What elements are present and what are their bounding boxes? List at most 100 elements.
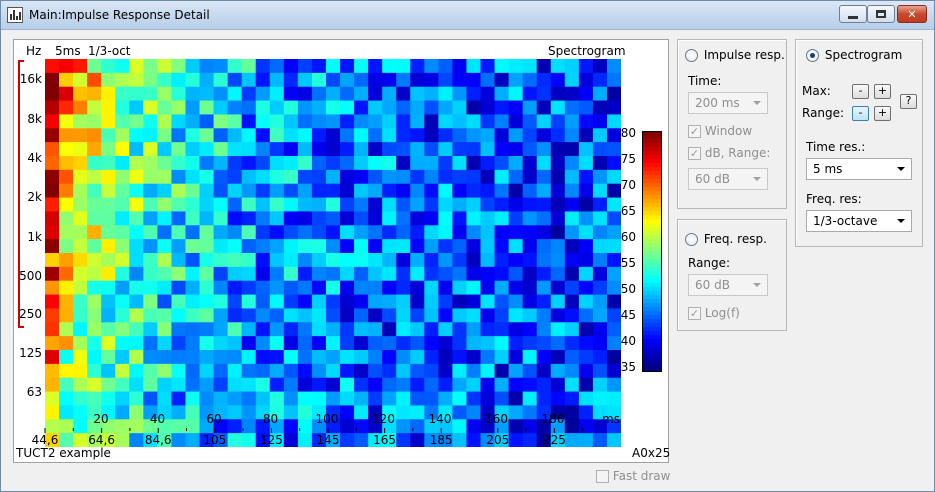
color-scale-swatch bbox=[643, 175, 661, 180]
heatmap-cell bbox=[269, 266, 285, 282]
heatmap-cell bbox=[143, 197, 158, 212]
heatmap-cell bbox=[269, 322, 285, 337]
heatmap-cell bbox=[45, 156, 60, 171]
heatmap-cell bbox=[255, 156, 271, 171]
spectrogram-panel[interactable]: Hz 5ms 1/3-oct Spectrogram 16k 8k 4k 2k 1k 50… bbox=[13, 39, 670, 463]
heatmap-cell bbox=[536, 72, 552, 88]
heatmap-cell bbox=[325, 253, 341, 268]
heatmap-cell bbox=[157, 183, 172, 199]
freq-radio[interactable] bbox=[685, 233, 698, 246]
db-range-checkbox[interactable]: ✓ bbox=[688, 147, 701, 160]
log-checkbox[interactable]: ✓ bbox=[688, 307, 701, 320]
heatmap-cell bbox=[536, 225, 552, 240]
heatmap-cell bbox=[494, 280, 510, 296]
color-scale-label: 70 bbox=[620, 178, 636, 192]
heatmap-cell bbox=[522, 211, 538, 226]
freq-res-select[interactable]: 1/3-octave bbox=[806, 210, 912, 232]
heatmap-cell bbox=[340, 225, 355, 240]
heatmap-cell bbox=[157, 114, 172, 129]
heatmap-cell bbox=[227, 156, 243, 171]
heatmap-cell bbox=[508, 225, 524, 240]
heatmap-cell bbox=[452, 239, 467, 254]
heatmap-cell bbox=[550, 100, 566, 115]
heatmap-cell bbox=[87, 114, 102, 129]
heatmap-cell bbox=[157, 128, 172, 143]
color-scale-swatch bbox=[643, 147, 661, 152]
range-minus-button[interactable]: - bbox=[852, 106, 869, 121]
fast-draw-checkbox[interactable] bbox=[596, 470, 609, 483]
max-plus-button[interactable]: + bbox=[874, 84, 891, 99]
db-range-select[interactable]: 60 dB bbox=[688, 168, 768, 190]
heatmap-cell bbox=[255, 266, 271, 282]
impulse-radio-row[interactable]: Impulse resp. bbox=[685, 48, 785, 62]
heatmap-cell bbox=[311, 239, 327, 254]
heatmap-cell bbox=[311, 294, 327, 309]
time-res-select[interactable]: 5 ms bbox=[806, 158, 912, 180]
heatmap-cell bbox=[410, 336, 425, 351]
heatmap-cell bbox=[297, 308, 313, 323]
freq-radio-row[interactable]: Freq. resp. bbox=[685, 232, 767, 246]
max-minus-button[interactable]: - bbox=[852, 84, 869, 99]
maximize-button[interactable] bbox=[867, 5, 895, 23]
heatmap-cell bbox=[480, 239, 496, 254]
minimize-button[interactable] bbox=[839, 5, 867, 23]
heatmap-cell bbox=[340, 433, 355, 447]
heatmap-cell bbox=[410, 156, 425, 171]
impulse-radio[interactable] bbox=[685, 49, 698, 62]
heatmap-cell bbox=[536, 156, 552, 171]
heatmap-cell bbox=[340, 322, 355, 337]
heatmap-cell bbox=[396, 169, 411, 185]
title-bar[interactable]: Main:Impulse Response Detail ✕ bbox=[1, 1, 934, 30]
heatmap-cell bbox=[410, 86, 425, 102]
heatmap-cell bbox=[269, 100, 285, 115]
heatmap-cell bbox=[87, 308, 102, 323]
heatmap-cell bbox=[157, 363, 172, 379]
heatmap-cell bbox=[354, 86, 369, 102]
heatmap-cell bbox=[536, 280, 552, 296]
time-select[interactable]: 200 ms bbox=[688, 92, 768, 114]
color-scale-swatch bbox=[643, 287, 661, 292]
close-button[interactable]: ✕ bbox=[897, 5, 927, 23]
heatmap-cell bbox=[354, 363, 369, 379]
heatmap-cell bbox=[606, 377, 621, 393]
heatmap-cell bbox=[424, 59, 439, 74]
fast-draw-checkbox-row[interactable]: Fast draw bbox=[596, 469, 670, 483]
heatmap-cell bbox=[269, 280, 285, 296]
heatmap-cell bbox=[283, 377, 299, 393]
heatmap-cell bbox=[578, 391, 594, 406]
window-checkbox-row[interactable]: ✓ Window bbox=[688, 124, 752, 138]
heatmap-cell bbox=[255, 391, 271, 406]
heatmap-cell bbox=[592, 336, 608, 351]
heatmap-cell bbox=[199, 183, 215, 199]
heatmap-cell bbox=[171, 405, 186, 420]
window-checkbox[interactable]: ✓ bbox=[688, 125, 701, 138]
help-button[interactable]: ? bbox=[900, 94, 917, 109]
heatmap-cell bbox=[480, 280, 496, 296]
heatmap-cell bbox=[185, 225, 201, 240]
heatmap-cell bbox=[508, 142, 524, 157]
spectrogram-plot[interactable] bbox=[45, 59, 621, 447]
heatmap-cell bbox=[45, 377, 60, 393]
heatmap-cell bbox=[129, 308, 144, 323]
heatmap-cell bbox=[354, 391, 369, 406]
spectrogram-radio[interactable] bbox=[806, 49, 819, 62]
color-scale-swatch bbox=[643, 339, 661, 344]
heatmap-cell bbox=[45, 197, 60, 212]
heatmap-cell bbox=[311, 336, 327, 351]
heatmap-cell bbox=[269, 72, 285, 88]
freq-range-select[interactable]: 60 dB bbox=[688, 274, 768, 296]
heatmap-cell bbox=[171, 336, 186, 351]
range-plus-button[interactable]: + bbox=[874, 106, 891, 121]
spectrogram-radio-row[interactable]: Spectrogram bbox=[806, 48, 902, 62]
heatmap-cell bbox=[101, 294, 116, 309]
db-range-checkbox-row[interactable]: ✓ dB, Range: bbox=[688, 146, 770, 160]
log-checkbox-row[interactable]: ✓ Log(f) bbox=[688, 306, 740, 320]
heatmap-cell bbox=[87, 225, 102, 240]
x-tick-label-secondary: 84,6 bbox=[144, 433, 172, 447]
heatmap-cell bbox=[213, 266, 229, 282]
heatmap-cell bbox=[297, 156, 313, 171]
heatmap-cell bbox=[171, 253, 186, 268]
heatmap-cell bbox=[199, 128, 215, 143]
heatmap-cell bbox=[213, 128, 229, 143]
heatmap-cell bbox=[522, 308, 538, 323]
